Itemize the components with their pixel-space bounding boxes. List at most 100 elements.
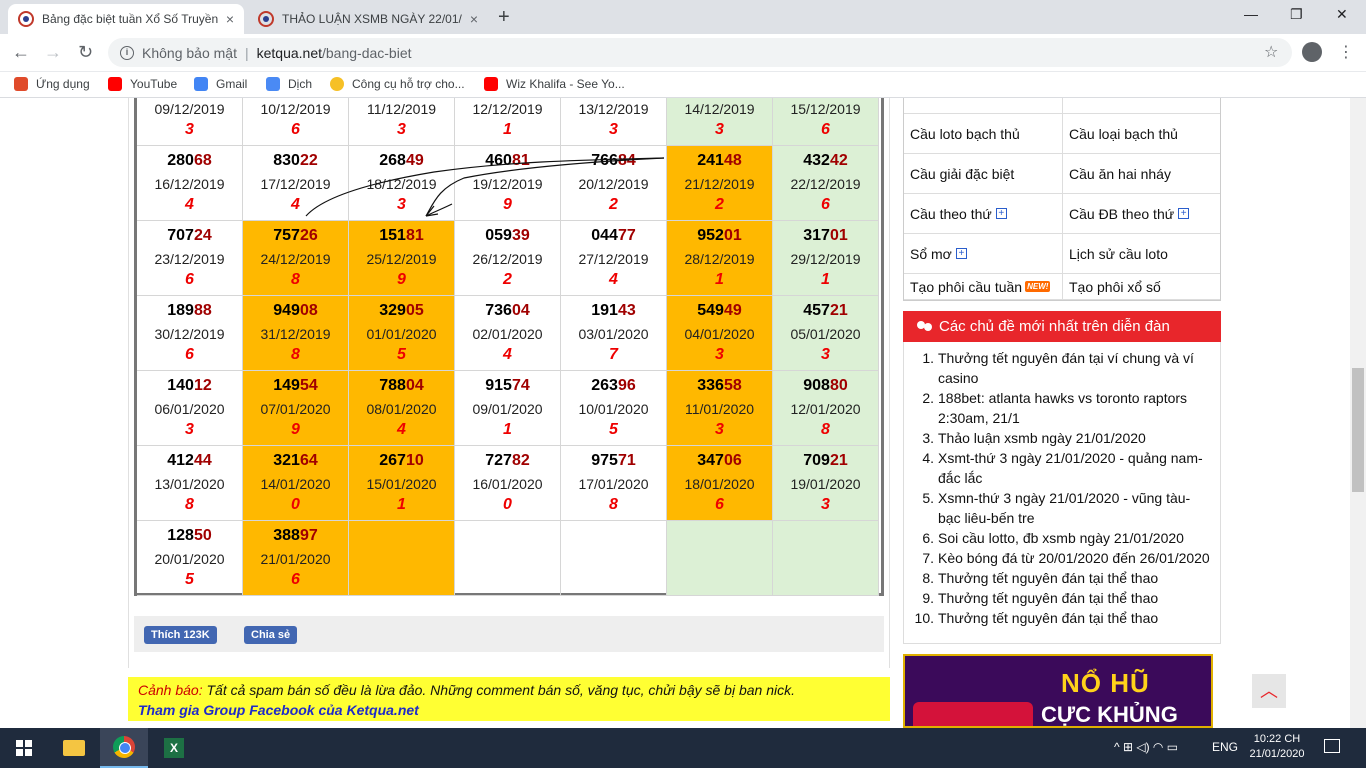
- bookmark-cong-cu[interactable]: Công cụ hỗ trợ cho...: [330, 77, 465, 91]
- link-cau-giai-dac-biet[interactable]: Cầu giải đặc biệt: [904, 154, 1062, 193]
- minimize-icon[interactable]: —: [1244, 6, 1258, 22]
- facebook-like-button[interactable]: Thích 123K: [144, 626, 217, 644]
- topic-link[interactable]: Thưởng tết nguyên đán tại thể thao: [938, 588, 1158, 608]
- link-cau-an-hai-nhay[interactable]: Cầu ăn hai nháy: [1062, 154, 1220, 193]
- reload-icon[interactable]: ↻: [78, 42, 93, 63]
- url-domain: ketqua.net: [256, 44, 322, 61]
- link-cau-loai-bach-thu[interactable]: Cầu loại bạch thủ: [1062, 114, 1220, 153]
- draw-date: 01/01/2020: [366, 326, 437, 342]
- facebook-group-link[interactable]: Tham gia Group Facebook của Ketqua.net: [138, 702, 419, 718]
- link-tao-phoi-xo-so[interactable]: Tạo phôi xổ số: [1062, 274, 1220, 299]
- forum-topic-item[interactable]: 9. Thưởng tết nguyên đán tại thể thao: [912, 588, 1212, 608]
- start-button[interactable]: [0, 728, 48, 768]
- bookmark-wiz-khalifa[interactable]: Wiz Khalifa - See Yo...: [484, 77, 625, 91]
- language-indicator[interactable]: ENG: [1212, 740, 1238, 754]
- taskbar-excel[interactable]: X: [150, 728, 198, 768]
- result-cell: 26710 15/01/2020 1: [349, 446, 455, 521]
- taskbar-chrome[interactable]: [100, 728, 148, 768]
- casino-banner[interactable]: NỔ HŨ CỰC KHỦNG: [903, 654, 1213, 728]
- draw-date: 17/01/2020: [578, 476, 649, 492]
- digit-sum: 3: [821, 346, 830, 363]
- topic-link[interactable]: Thảo luận xsmb ngày 21/01/2020: [938, 428, 1146, 448]
- result-cell: 94908 31/12/2019 8: [243, 296, 349, 371]
- forum-topic-item[interactable]: 4. Xsmt-thứ 3 ngày 21/01/2020 - quảng nam…: [912, 448, 1212, 488]
- link-cau-loto-bach-thu[interactable]: Cầu loto bạch thủ: [904, 114, 1062, 153]
- forum-topic-item[interactable]: 8. Thưởng tết nguyên đán tại thể thao: [912, 568, 1212, 588]
- result-cell: 14012 06/01/2020 3: [137, 371, 243, 446]
- facebook-share-button[interactable]: Chia sẻ: [244, 626, 298, 644]
- forum-topic-item[interactable]: 2. 188bet: atlanta hawks vs toronto rapto…: [912, 388, 1212, 428]
- taskbar-file-explorer[interactable]: [50, 728, 98, 768]
- prize-number-head: 149: [273, 377, 300, 394]
- forum-topic-item[interactable]: 10. Thưởng tết nguyên đán tại thể thao: [912, 608, 1212, 628]
- link-so-mo[interactable]: Sổ mơ +: [904, 234, 1062, 273]
- draw-date: 21/12/2019: [684, 176, 755, 192]
- close-window-icon[interactable]: ✕: [1336, 6, 1348, 23]
- prize-number: 31701: [773, 227, 878, 245]
- topic-link[interactable]: Thưởng tết nguyên đán tại thể thao: [938, 568, 1158, 588]
- prize-number-head: 766: [591, 152, 618, 169]
- new-tab-button[interactable]: +: [498, 6, 510, 29]
- prize-number: 45721: [773, 302, 878, 320]
- topic-link[interactable]: Thưởng tết nguyên đán tại ví chung và ví…: [938, 348, 1212, 388]
- maximize-icon[interactable]: ❐: [1290, 6, 1303, 23]
- forum-topic-item[interactable]: 3. Thảo luận xsmb ngày 21/01/2020: [912, 428, 1212, 448]
- expand-plus-icon[interactable]: +: [955, 248, 967, 259]
- prize-number-head: 317: [803, 227, 830, 244]
- forum-topic-item[interactable]: 1. Thưởng tết nguyên đán tại ví chung và …: [912, 348, 1212, 388]
- tab-strip: Bảng đặc biệt tuần Xổ Số Truyền × THẢO L…: [0, 0, 1366, 34]
- bookmark-youtube[interactable]: YouTube: [108, 77, 177, 91]
- link-cau-theo-thu[interactable]: Cầu theo thứ +: [904, 194, 1062, 233]
- result-cell: 38897 21/01/2020 6: [243, 521, 349, 596]
- prize-number: 05939: [455, 227, 560, 245]
- topic-link[interactable]: Xsmt-thứ 3 ngày 21/01/2020 - quảng nam-đ…: [938, 448, 1212, 488]
- link-tao-phoi-cau-tuan[interactable]: Tạo phôi cầu tuần NEW!: [904, 274, 1062, 299]
- draw-date: 07/01/2020: [260, 401, 331, 417]
- link-lich-su-cau-loto[interactable]: Lịch sử cầu loto: [1062, 234, 1220, 273]
- topic-link[interactable]: Soi cầu lotto, đb xsmb ngày 21/01/2020: [938, 528, 1184, 548]
- tab-thao-luan[interactable]: THẢO LUẬN XSMB NGÀY 22/01/2 ×: [248, 4, 488, 34]
- link-cau-db-theo-thu[interactable]: Cầu ĐB theo thứ +: [1062, 194, 1220, 233]
- prize-number-head: 267: [379, 452, 406, 469]
- page-scrollbar[interactable]: [1350, 98, 1366, 728]
- tab-bang-dac-biet[interactable]: Bảng đặc biệt tuần Xổ Số Truyền ×: [8, 4, 244, 34]
- prize-number-tail: 39: [511, 227, 530, 244]
- topic-link[interactable]: Xsmn-thứ 3 ngày 21/01/2020 - vũng tàu-bạ…: [938, 488, 1212, 528]
- expand-plus-icon[interactable]: +: [1178, 208, 1190, 219]
- topic-link[interactable]: Kèo bóng đá từ 20/01/2020 đến 26/01/2020: [938, 548, 1210, 568]
- forward-icon[interactable]: →: [44, 42, 62, 63]
- ketqua-favicon-icon: [18, 11, 34, 27]
- digit-sum: 3: [609, 121, 618, 138]
- address-bar[interactable]: i Không bảo mật | ketqua.net /bang-dac-b…: [108, 38, 1292, 67]
- close-tab-icon[interactable]: ×: [470, 11, 478, 27]
- forum-topic-item[interactable]: 5. Xsmn-thứ 3 ngày 21/01/2020 - vũng tàu-…: [912, 488, 1212, 528]
- prize-number: 18988: [137, 302, 242, 320]
- prize-number-tail: 96: [617, 377, 636, 394]
- result-cell: [773, 521, 879, 596]
- back-icon[interactable]: ←: [12, 42, 30, 63]
- bookmark-dich[interactable]: Dịch: [266, 77, 312, 91]
- topic-link[interactable]: Thưởng tết nguyên đán tại thể thao: [938, 608, 1158, 628]
- close-tab-icon[interactable]: ×: [226, 11, 234, 27]
- scrollbar-thumb[interactable]: [1352, 368, 1364, 492]
- account-icon[interactable]: [1302, 42, 1322, 62]
- result-cell: [561, 521, 667, 596]
- forum-topic-item[interactable]: 6. Soi cầu lotto, đb xsmb ngày 21/01/2020: [912, 528, 1212, 548]
- topic-link[interactable]: 188bet: atlanta hawks vs toronto raptors…: [938, 388, 1212, 428]
- digit-sum: 3: [185, 121, 194, 138]
- prize-number-head: 432: [803, 152, 830, 169]
- info-icon[interactable]: i: [120, 45, 134, 60]
- expand-plus-icon[interactable]: +: [995, 208, 1007, 219]
- result-cell: 70921 19/01/2020 3: [773, 446, 879, 521]
- bookmark-star-icon[interactable]: ☆: [1264, 42, 1278, 62]
- menu-icon[interactable]: ⋮: [1338, 42, 1354, 62]
- digit-sum: 3: [715, 121, 724, 138]
- notifications-icon[interactable]: [1324, 739, 1340, 753]
- forum-topic-item[interactable]: 7. Kèo bóng đá từ 20/01/2020 đến 26/01/20…: [912, 548, 1212, 568]
- prize-number-head: 457: [803, 302, 830, 319]
- bookmark-gmail[interactable]: Gmail: [194, 77, 247, 91]
- bookmark-apps[interactable]: Ứng dụng: [14, 77, 90, 91]
- system-tray-icons[interactable]: ^ ⊞ ◁) ◠ ▭: [1114, 740, 1178, 754]
- back-to-top-button[interactable]: ︿: [1252, 674, 1286, 708]
- clock[interactable]: 10:22 CH 21/01/2020: [1246, 732, 1308, 762]
